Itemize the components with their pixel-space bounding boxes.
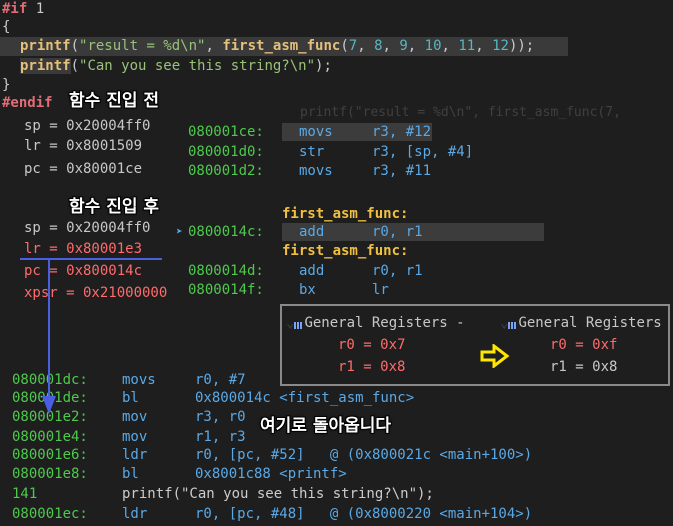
reg-before-sp: sp = 0x20004ff0 bbox=[24, 118, 151, 134]
disasm-op: ldr bbox=[122, 506, 148, 522]
disasm-addr: 080001ec: bbox=[12, 506, 88, 522]
disasm-addr: 080001e6: bbox=[12, 447, 88, 463]
func-label: first_asm_func: bbox=[282, 243, 409, 259]
printf-call: printf bbox=[20, 58, 71, 74]
disasm-partial-source: printf("result = %d\n", first_asm_func(7… bbox=[300, 105, 621, 120]
disasm-args: r3, #11 bbox=[372, 163, 432, 179]
disasm-op: add bbox=[299, 263, 325, 279]
comma: , bbox=[475, 38, 493, 54]
printf-call: printf bbox=[20, 38, 71, 54]
format-string: "result = %d\n" bbox=[79, 38, 206, 54]
paren: ( bbox=[70, 58, 80, 74]
current-instruction-arrow-icon: ➤ bbox=[176, 225, 183, 238]
arg: 11 bbox=[458, 38, 476, 54]
func-label: first_asm_func: bbox=[282, 206, 409, 222]
disasm-op: ldr bbox=[122, 447, 148, 463]
disasm-op: add bbox=[299, 224, 325, 240]
arg: 8 bbox=[374, 38, 383, 54]
panel-right-r0: r0 = 0xf bbox=[550, 337, 618, 353]
registers-header-right[interactable]: ⌄ General Registers bbox=[500, 314, 662, 332]
comma: , bbox=[382, 38, 400, 54]
disasm-args: lr bbox=[372, 282, 389, 298]
disasm-args: r0, r1 bbox=[372, 263, 423, 279]
disasm-args: r3, r0 bbox=[195, 409, 246, 425]
paren: ( bbox=[340, 38, 349, 54]
preproc-endif: #endif bbox=[2, 95, 53, 111]
panel-right-r1: r1 = 0x8 bbox=[550, 359, 618, 375]
disasm-op: mov bbox=[122, 409, 148, 425]
disasm-addr: 080001e8: bbox=[12, 466, 88, 482]
registers-icon bbox=[508, 316, 518, 329]
source-if-line: #if 1 bbox=[2, 0, 44, 18]
disasm-args: 0x8001c88 <printf> bbox=[195, 466, 347, 482]
disasm-addr: 080001ce: bbox=[188, 124, 264, 140]
reg-after-sp: sp = 0x20004ff0 bbox=[24, 220, 151, 236]
general-registers-panel: ⌄ General Registers - ⌄ General Registers … bbox=[280, 304, 670, 386]
reg-before-pc: pc = 0x80001ce bbox=[24, 161, 143, 177]
first-asm-func-call: first_asm_func bbox=[222, 38, 341, 54]
paren: ( bbox=[70, 38, 80, 54]
source-line-printf-result[interactable]: printf("result = %d\n", first_asm_func(7… bbox=[20, 37, 534, 55]
disasm-op: bx bbox=[299, 282, 316, 298]
preproc-if-value: 1 bbox=[27, 1, 45, 17]
disasm-args: r1, r3 bbox=[195, 429, 246, 445]
disasm-args: r0, #7 bbox=[195, 372, 246, 388]
registers-title: General Registers - bbox=[304, 315, 465, 331]
disasm-row[interactable]: 080001ce: bbox=[188, 123, 264, 141]
disasm-args: r0, r1 bbox=[372, 224, 423, 240]
disasm-op: bl bbox=[122, 390, 139, 406]
panel-left-r1: r1 = 0x8 bbox=[338, 359, 406, 375]
comma: , bbox=[441, 38, 459, 54]
arg: 7 bbox=[348, 38, 358, 54]
arg: 10 bbox=[424, 38, 442, 54]
source-line-printf-string[interactable]: printf("Can you see this string?\n"); bbox=[20, 57, 332, 75]
comma: , bbox=[357, 38, 375, 54]
registers-icon bbox=[294, 316, 304, 329]
source-line-number: 141 bbox=[12, 486, 38, 502]
string-literal: "Can you see this string?\n" bbox=[79, 58, 316, 74]
yellow-arrow-right-icon bbox=[480, 344, 510, 368]
label-before-call: 함수 진입 전 bbox=[69, 91, 160, 111]
paren-close: )); bbox=[508, 38, 535, 54]
disasm-addr: 080001d0: bbox=[188, 144, 264, 160]
disasm-op: mov bbox=[122, 429, 148, 445]
source-line-printf: printf("Can you see this string?\n"); bbox=[122, 486, 434, 502]
chevron-down-icon: ⌄ bbox=[286, 315, 295, 331]
return-address-arrow-icon bbox=[42, 258, 56, 414]
paren-close: ); bbox=[315, 58, 332, 74]
disasm-addr: 0800014d: bbox=[188, 263, 264, 279]
disasm-args: r0, [pc, #48] @ (0x8000220 <main+104>) bbox=[195, 506, 533, 522]
comma: , bbox=[205, 38, 223, 54]
source-open-brace: { bbox=[2, 19, 11, 35]
disasm-op: movs bbox=[122, 372, 156, 388]
source-close-brace: } bbox=[2, 77, 11, 93]
panel-left-r0: r0 = 0x7 bbox=[338, 337, 406, 353]
disasm-op: movs bbox=[299, 163, 333, 179]
arg: 9 bbox=[399, 38, 408, 54]
disasm-op: str bbox=[299, 144, 325, 160]
reg-after-lr: lr = 0x80001e3 bbox=[24, 241, 143, 257]
disasm-addr: 0800014f: bbox=[188, 282, 264, 298]
disasm-op: bl bbox=[122, 466, 139, 482]
registers-header-left[interactable]: ⌄ General Registers - bbox=[286, 314, 465, 332]
disasm-args: 0x800014c <first_asm_func> bbox=[195, 390, 415, 406]
disasm-args: r3, [sp, #4] bbox=[372, 144, 474, 160]
disasm-args: r0, [pc, #52] @ (0x800021c <main+100>) bbox=[195, 447, 533, 463]
label-return-here: 여기로 돌아옵니다 bbox=[260, 416, 392, 436]
disasm-args: r3, #12 bbox=[372, 124, 432, 140]
registers-title: General Registers bbox=[518, 315, 662, 331]
disasm-addr: 080001d2: bbox=[188, 163, 264, 179]
arg: 12 bbox=[492, 38, 509, 54]
label-after-call: 함수 진입 후 bbox=[69, 197, 160, 217]
chevron-down-icon: ⌄ bbox=[500, 315, 509, 331]
disasm-addr: 0800014c: bbox=[188, 224, 264, 240]
comma: , bbox=[407, 38, 425, 54]
preproc-if: #if bbox=[2, 1, 28, 17]
reg-before-lr: lr = 0x8001509 bbox=[24, 138, 143, 154]
disasm-op: movs bbox=[299, 124, 333, 140]
disasm-addr: 080001e4: bbox=[12, 429, 88, 445]
